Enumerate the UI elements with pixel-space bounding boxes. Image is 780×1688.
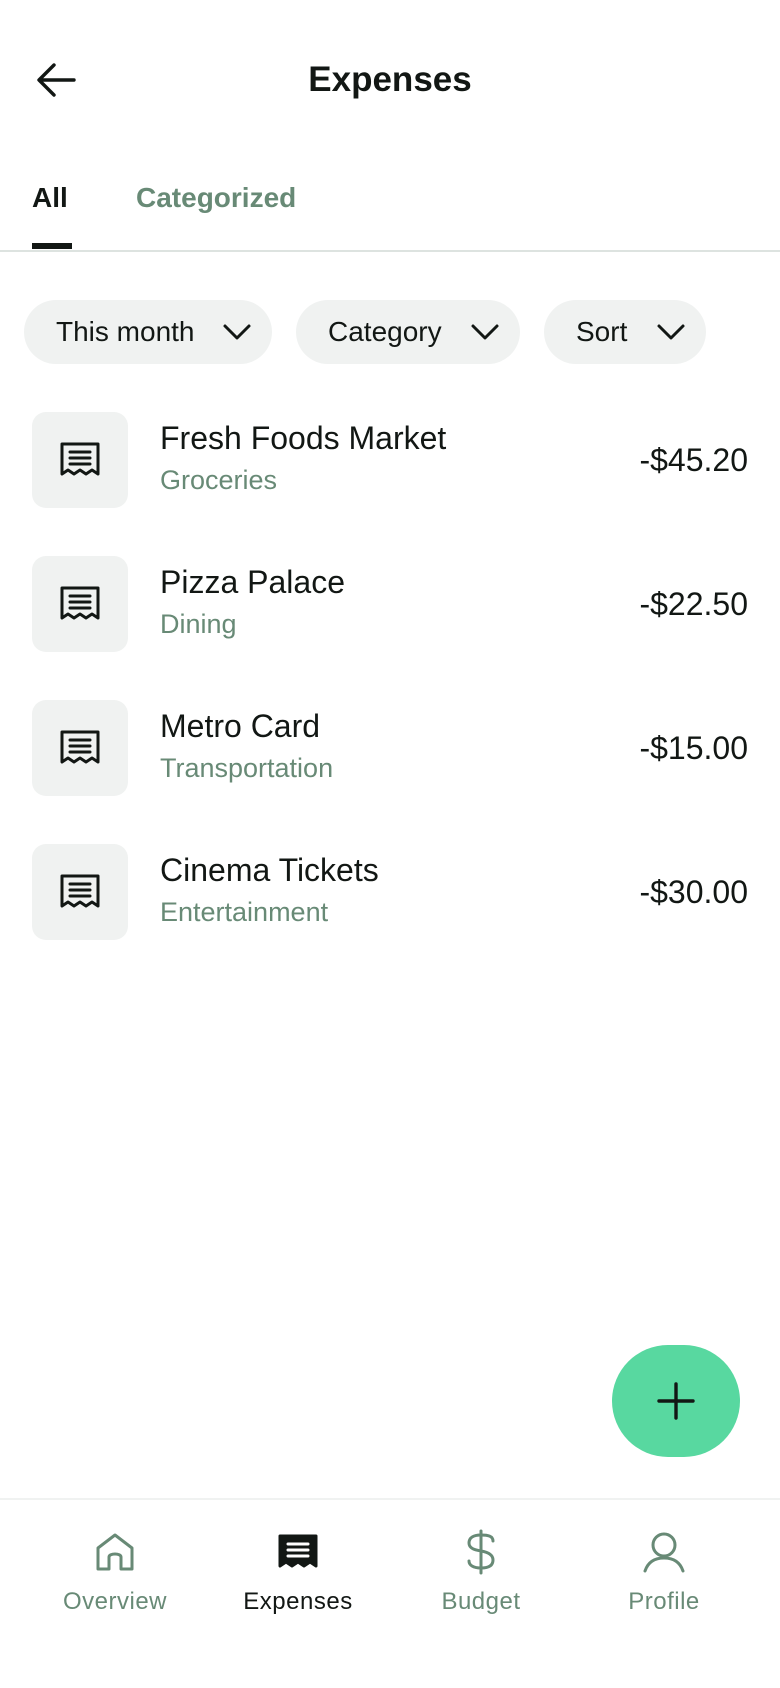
expense-row[interactable]: Fresh Foods Market Groceries -$45.20: [0, 400, 780, 520]
nav-item-expenses[interactable]: Expenses: [223, 1528, 373, 1638]
filter-chip-label: Category: [328, 316, 442, 347]
tab-bar: All Categorized: [0, 170, 780, 252]
nav-item-budget[interactable]: Budget: [406, 1528, 556, 1638]
filter-chip-label: This month: [56, 316, 195, 347]
expense-name: Pizza Palace: [160, 564, 345, 600]
expense-amount: -$15.00: [639, 730, 748, 766]
filter-chip-label: Sort: [576, 316, 628, 347]
nav-item-label: Budget: [441, 1588, 521, 1615]
tab-categorized[interactable]: Categorized: [136, 178, 296, 218]
house-icon: [96, 1533, 134, 1571]
filter-chip-period[interactable]: This month: [24, 300, 272, 364]
expense-name: Fresh Foods Market: [160, 420, 447, 456]
page-title: Expenses: [308, 60, 472, 99]
expense-row[interactable]: Pizza Palace Dining -$22.50: [0, 544, 780, 664]
receipt-icon: [278, 1534, 318, 1568]
chevron-down-icon: [223, 324, 251, 340]
add-expense-button[interactable]: [612, 1345, 740, 1457]
chevron-down-icon: [657, 324, 685, 340]
nav-item-label: Overview: [62, 1588, 168, 1615]
expense-thumbnail: [32, 412, 128, 508]
expense-thumbnail: [32, 556, 128, 652]
dollar-icon: [467, 1529, 495, 1575]
expense-category: Transportation: [160, 753, 334, 783]
expense-amount: -$30.00: [639, 874, 748, 910]
receipt-icon: [60, 874, 100, 908]
expense-thumbnail: [32, 844, 128, 940]
filter-chip-category[interactable]: Category: [296, 300, 520, 364]
expense-name: Cinema Tickets: [160, 852, 379, 888]
bottom-nav: Overview Expenses Budget Profile: [0, 1498, 780, 1688]
expense-category: Entertainment: [160, 897, 329, 927]
filter-bar: This month Category Sort: [0, 300, 780, 364]
expense-category: Groceries: [160, 465, 278, 495]
user-icon: [643, 1532, 685, 1573]
app-header: Expenses: [0, 0, 780, 160]
expense-amount: -$22.50: [639, 586, 748, 622]
receipt-icon: [60, 730, 100, 764]
active-tab-indicator: [32, 243, 72, 249]
filter-chip-sort[interactable]: Sort: [544, 300, 706, 364]
expense-thumbnail: [32, 700, 128, 796]
nav-item-label: Expenses: [243, 1588, 353, 1615]
chevron-down-icon: [471, 324, 499, 340]
expense-category: Dining: [160, 609, 237, 639]
receipt-icon: [60, 586, 100, 620]
nav-item-profile[interactable]: Profile: [589, 1528, 739, 1638]
expense-amount: -$45.20: [639, 442, 748, 478]
expense-row[interactable]: Cinema Tickets Entertainment -$30.00: [0, 832, 780, 952]
expense-row[interactable]: Metro Card Transportation -$15.00: [0, 688, 780, 808]
plus-icon: [657, 1382, 695, 1420]
expense-name: Metro Card: [160, 708, 321, 744]
tab-all[interactable]: All: [32, 178, 68, 218]
receipt-icon: [60, 442, 100, 476]
nav-item-overview[interactable]: Overview: [40, 1528, 190, 1638]
nav-item-label: Profile: [628, 1588, 700, 1615]
